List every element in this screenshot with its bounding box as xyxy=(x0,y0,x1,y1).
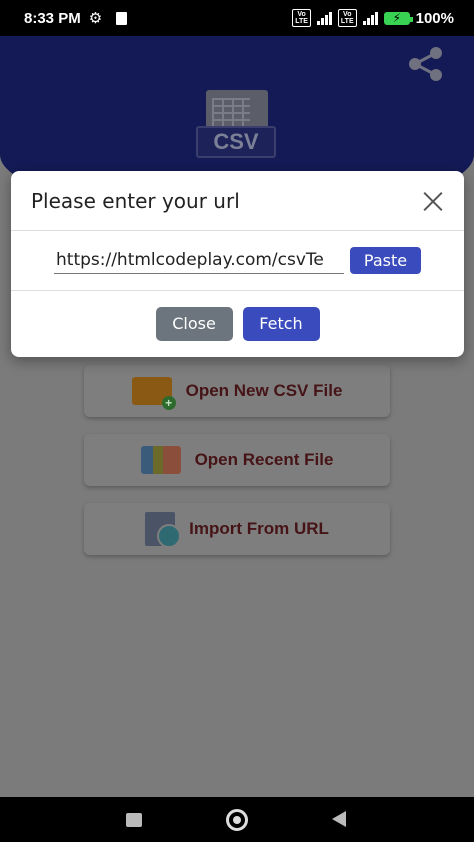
open-recent-file-button[interactable]: Open Recent File xyxy=(84,434,390,486)
open-new-csv-label: Open New CSV File xyxy=(185,381,343,400)
dialog-title: Please enter your url xyxy=(31,188,240,213)
volte-icon-2: Vo LTE xyxy=(337,9,357,27)
import-from-url-button[interactable]: Import From URL xyxy=(84,503,390,555)
notification-doc-icon xyxy=(116,11,128,25)
signal-strength-icon-2 xyxy=(362,11,378,25)
close-button[interactable]: Close xyxy=(155,306,233,341)
home-icon[interactable] xyxy=(226,809,248,831)
fetch-button[interactable]: Fetch xyxy=(242,306,320,341)
recent-folder-icon xyxy=(140,446,181,474)
battery-charging-icon: ⚡ xyxy=(383,11,413,25)
dialog-footer: Close Fetch xyxy=(11,291,464,356)
dialog-header: Please enter your url xyxy=(11,171,464,231)
paste-button[interactable]: Paste xyxy=(350,247,421,274)
settings-gear-icon: ⚙ xyxy=(88,10,103,27)
url-input[interactable] xyxy=(54,247,344,274)
navigation-bar xyxy=(0,797,474,842)
status-bar: 8:33 PM ⚙ Vo LTE Vo LTE ⚡ 100% xyxy=(0,0,474,36)
volte-icon: Vo LTE xyxy=(292,9,311,27)
dialog-body: Paste xyxy=(11,231,464,291)
url-document-icon xyxy=(145,512,182,548)
import-from-url-label: Import From URL xyxy=(189,519,329,538)
close-icon[interactable] xyxy=(420,188,446,214)
share-icon[interactable] xyxy=(406,46,446,82)
new-folder-icon xyxy=(131,377,176,410)
signal-strength-icon xyxy=(316,11,332,25)
open-new-csv-button[interactable]: Open New CSV File xyxy=(84,365,390,417)
open-recent-file-label: Open Recent File xyxy=(194,450,334,469)
recents-icon[interactable] xyxy=(126,813,142,827)
back-icon[interactable] xyxy=(332,811,346,827)
status-time: 8:33 PM xyxy=(24,9,81,27)
csv-logo: CSV xyxy=(196,90,278,160)
battery-percent: 100% xyxy=(415,9,454,27)
url-dialog: Please enter your url Paste Close Fetch xyxy=(11,171,464,357)
csv-logo-label: CSV xyxy=(196,126,276,158)
